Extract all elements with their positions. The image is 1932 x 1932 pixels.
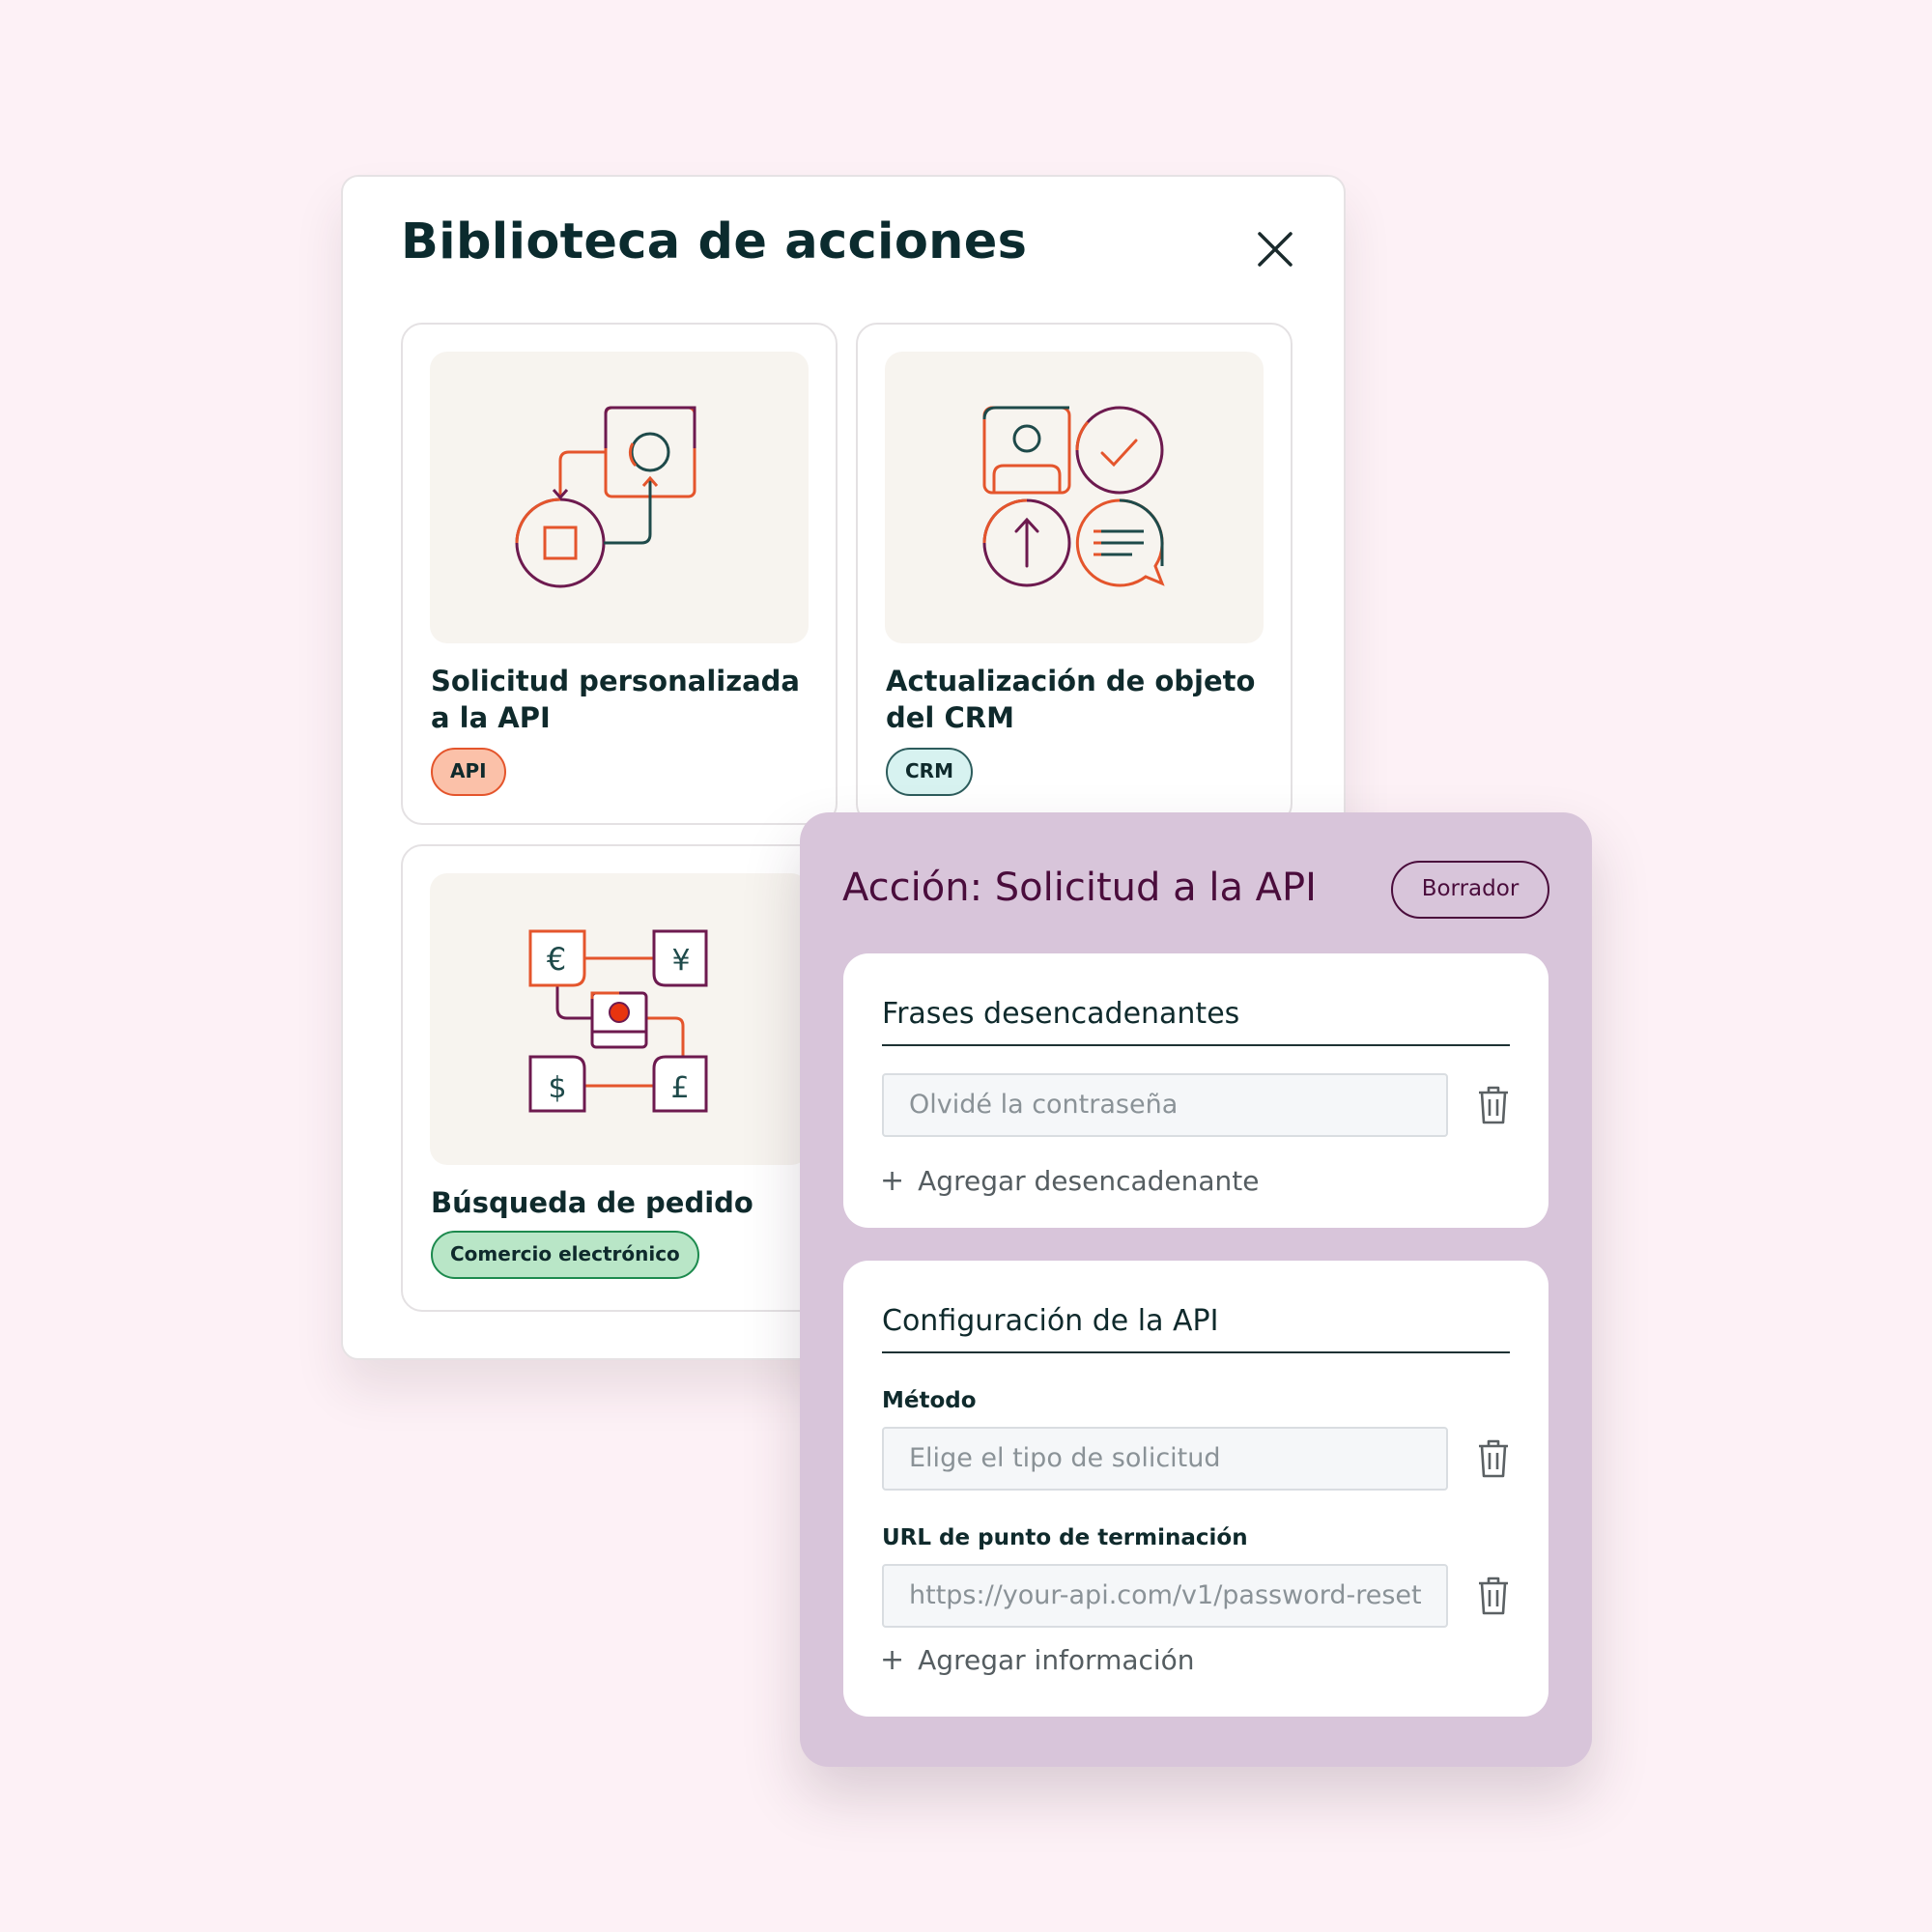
url-label: URL de punto de terminación	[882, 1525, 1248, 1550]
plus-icon: +	[880, 1643, 905, 1677]
trigger-phrases-section: Frases desencadenantes Olvidé la contras…	[843, 953, 1548, 1228]
currency-exchange-illustration: € ¥ $ £	[430, 873, 809, 1165]
svg-text:£: £	[670, 1071, 689, 1105]
svg-text:$: $	[548, 1071, 566, 1105]
tag-badge: API	[431, 748, 506, 796]
trigger-phrase-input[interactable]: Olvidé la contraseña	[882, 1073, 1448, 1137]
action-config-panel: Acción: Solicitud a la API Borrador Fras…	[800, 812, 1592, 1767]
svg-text:¥: ¥	[671, 944, 690, 978]
action-title: Acción: Solicitud a la API	[842, 866, 1317, 910]
add-trigger-label: Agregar desencadenante	[918, 1165, 1260, 1197]
section-title: Configuración de la API	[882, 1304, 1510, 1353]
plus-icon: +	[880, 1164, 905, 1198]
library-title: Biblioteca de acciones	[401, 213, 1028, 270]
trash-icon[interactable]	[1477, 1576, 1510, 1616]
svg-text:€: €	[547, 941, 566, 978]
status-badge[interactable]: Borrador	[1391, 861, 1549, 919]
action-card-api[interactable]: Solicitud personalizada a la API API	[401, 323, 838, 825]
method-select[interactable]: Elige el tipo de solicitud	[882, 1427, 1448, 1491]
method-label: Método	[882, 1388, 977, 1413]
endpoint-url-input[interactable]: https://your-api.com/v1/password-reset	[882, 1564, 1448, 1628]
api-config-section: Configuración de la API Método Elige el …	[843, 1261, 1548, 1717]
close-icon[interactable]	[1251, 225, 1299, 273]
card-title: Actualización de objeto del CRM	[886, 665, 1256, 734]
api-flow-illustration	[430, 352, 809, 643]
action-card-order-lookup[interactable]: € ¥ $ £ Búsqueda de pedido Comercio elec…	[401, 844, 838, 1312]
card-title: Solicitud personalizada a la API	[431, 665, 800, 734]
crm-update-illustration	[885, 352, 1264, 643]
add-info-label: Agregar información	[918, 1644, 1195, 1676]
trash-icon[interactable]	[1477, 1085, 1510, 1125]
add-trigger-link[interactable]: + Agregar desencadenante	[880, 1164, 1260, 1198]
trash-icon[interactable]	[1477, 1438, 1510, 1479]
tag-badge: Comercio electrónico	[431, 1231, 699, 1279]
action-card-crm[interactable]: Actualización de objeto del CRM CRM	[856, 323, 1293, 825]
tag-badge: CRM	[886, 748, 973, 796]
add-info-link[interactable]: + Agregar información	[880, 1643, 1195, 1677]
section-title: Frases desencadenantes	[882, 997, 1510, 1046]
card-title: Búsqueda de pedido	[431, 1186, 753, 1219]
